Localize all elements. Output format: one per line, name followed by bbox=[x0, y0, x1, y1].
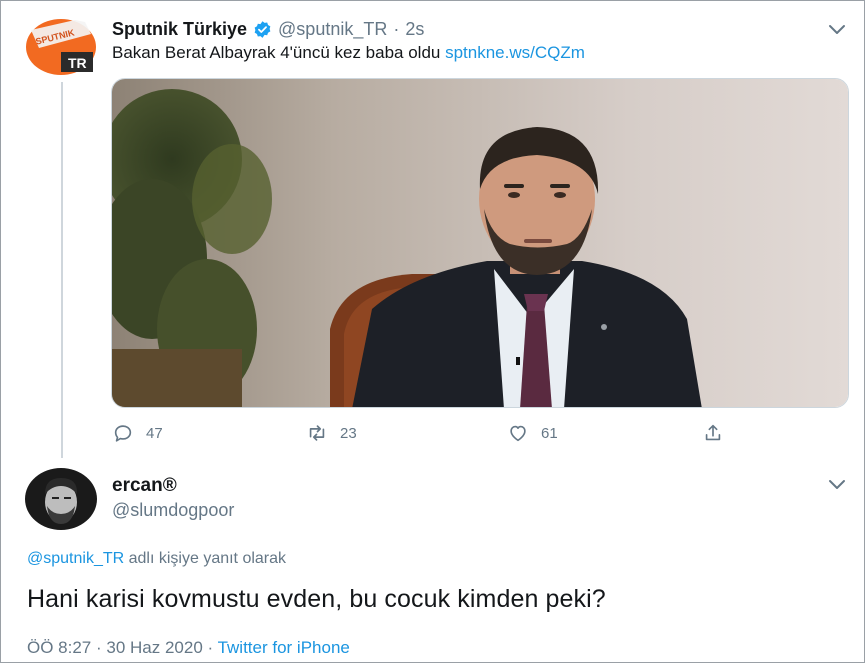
reply-author-handle[interactable]: @slumdogpoor bbox=[112, 500, 234, 521]
tweet-header: Sputnik Türkiye @sputnik_TR · 2s bbox=[112, 16, 424, 42]
share-action[interactable] bbox=[702, 422, 724, 444]
replying-to-line: @sputnik_TR adlı kişiye yanıt olarak bbox=[27, 550, 286, 568]
verified-badge-icon bbox=[254, 20, 271, 38]
reply-text: Hani karisi kovmustu evden, bu cocuk kim… bbox=[27, 585, 606, 613]
tweet-link[interactable]: sptnkne.ws/CQZm bbox=[445, 43, 585, 62]
like-count: 61 bbox=[541, 424, 558, 442]
tweet-time[interactable]: 2s bbox=[405, 19, 424, 40]
avatar-photo bbox=[25, 468, 97, 530]
retweet-count: 23 bbox=[340, 424, 357, 442]
retweet-action[interactable]: 23 bbox=[306, 422, 357, 444]
reply-meta: ÖÖ 8:27 · 30 Haz 2020 · Twitter for iPho… bbox=[27, 638, 350, 658]
chevron-down-icon[interactable] bbox=[828, 24, 846, 36]
reply-count: 47 bbox=[146, 424, 163, 442]
reply-to-mention[interactable]: @sputnik_TR bbox=[27, 550, 124, 567]
reply-author-name[interactable]: ercan® bbox=[112, 475, 177, 497]
reply-source[interactable]: Twitter for iPhone bbox=[218, 638, 350, 657]
photo-image bbox=[112, 79, 848, 407]
tweet-text: Bakan Berat Albayrak 4'üncü kez baba old… bbox=[112, 43, 585, 63]
tweet-photo[interactable] bbox=[111, 78, 849, 408]
like-action[interactable]: 61 bbox=[507, 422, 558, 444]
share-icon bbox=[705, 424, 721, 441]
chevron-down-icon[interactable] bbox=[828, 479, 846, 491]
sputnik-logo-icon: SPUTNIK TR bbox=[26, 19, 96, 75]
avatar-region-text: TR bbox=[68, 55, 87, 71]
reply-icon bbox=[114, 425, 132, 442]
thread-connector-line bbox=[61, 82, 63, 458]
reply-timestamp[interactable]: ÖÖ 8:27 · 30 Haz 2020 · bbox=[27, 638, 218, 657]
retweet-icon bbox=[309, 425, 325, 441]
tweet-actions: 47 23 61 bbox=[112, 422, 732, 448]
author-display-name[interactable]: Sputnik Türkiye bbox=[112, 19, 247, 40]
sputnik-avatar[interactable]: SPUTNIK TR bbox=[25, 18, 97, 76]
tweet-body: Bakan Berat Albayrak 4'üncü kez baba old… bbox=[112, 43, 446, 62]
heart-icon bbox=[510, 425, 526, 442]
reply-action[interactable]: 47 bbox=[112, 422, 163, 444]
reply-to-suffix: adlı kişiye yanıt olarak bbox=[124, 550, 287, 567]
author-handle[interactable]: @sputnik_TR bbox=[278, 19, 387, 40]
header-separator: · bbox=[393, 18, 400, 39]
ercan-avatar[interactable] bbox=[25, 468, 97, 530]
